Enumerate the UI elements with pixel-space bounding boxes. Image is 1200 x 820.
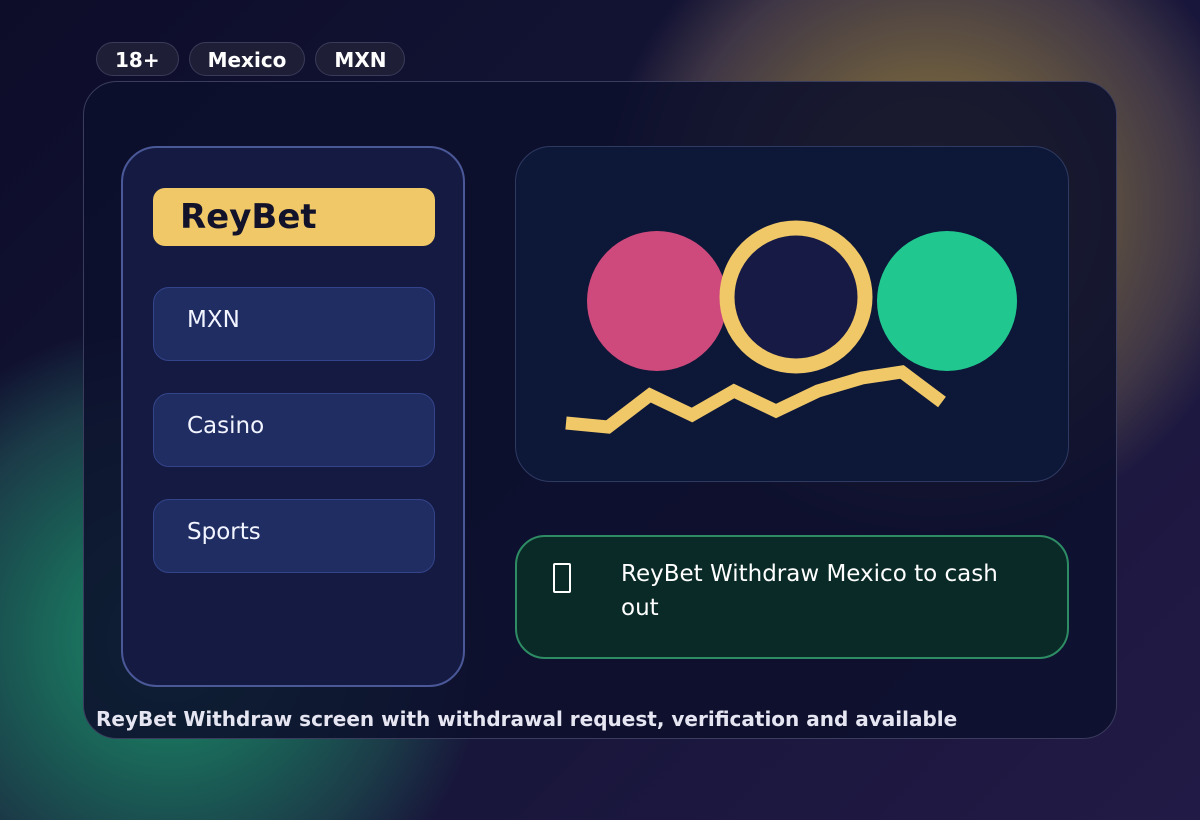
sidebar-item-casino[interactable]: Casino [153,393,435,467]
currency-badge: MXN [315,42,406,76]
pink-circle [587,231,727,371]
sidebar: ReyBet MXN Casino Sports [121,146,465,687]
phone-icon [553,563,571,593]
hero-illustration [515,146,1069,482]
age-badge: 18+ [96,42,179,76]
gold-ring [719,220,873,374]
notice-text: ReyBet Withdraw Mexico to cash out [621,561,998,621]
badge-row: 18+ Mexico MXN [96,42,406,76]
brand-logo[interactable]: ReyBet [153,188,435,246]
screen-caption: ReyBet Withdraw screen with withdrawal r… [96,707,958,731]
withdraw-notice[interactable]: ReyBet Withdraw Mexico to cash out [515,535,1069,659]
green-circle [877,231,1017,371]
sidebar-item-mxn[interactable]: MXN [153,287,435,361]
sidebar-item-sports[interactable]: Sports [153,499,435,573]
country-badge: Mexico [188,42,306,76]
trend-line [565,365,946,434]
hero-graphic [565,220,1017,434]
